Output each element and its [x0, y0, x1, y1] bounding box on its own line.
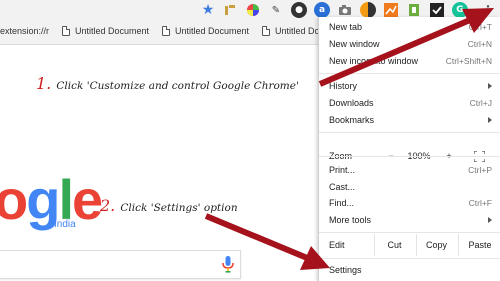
- bookmark-label: extension://r: [0, 26, 50, 36]
- menu-shortcut: Ctrl+N: [467, 39, 492, 49]
- menu-item-history[interactable]: History: [329, 79, 492, 93]
- menu-item-label: New tab: [329, 22, 363, 32]
- chrome-main-menu: New tab Ctrl+T New window Ctrl+N New inc…: [318, 17, 500, 281]
- menu-divider: [319, 156, 500, 157]
- microphone-icon[interactable]: [222, 256, 234, 273]
- menu-shortcut: Ctrl+F: [468, 198, 492, 208]
- menu-item-new-tab[interactable]: New tab Ctrl+T: [329, 20, 492, 34]
- orange-half-icon[interactable]: [360, 2, 376, 18]
- menu-item-settings[interactable]: Settings: [329, 263, 492, 277]
- menu-item-more-tools[interactable]: More tools: [329, 213, 492, 227]
- menu-shortcut: Ctrl+J: [469, 98, 492, 108]
- menu-item-label: New window: [329, 39, 380, 49]
- menu-shortcut: Ctrl+P: [468, 165, 492, 175]
- bookmark-label: Untitled Document: [175, 26, 250, 36]
- logo-letter: o: [0, 168, 28, 231]
- step-number: 2.: [100, 196, 116, 215]
- menu-shortcut: Ctrl+T: [468, 22, 492, 32]
- annotation-step-2: 2. Click 'Settings' option: [100, 196, 238, 215]
- bookmark-label: Untitled Document: [75, 26, 150, 36]
- google-region-label: India: [54, 219, 76, 230]
- menu-item-label: Settings: [329, 265, 362, 275]
- copy-button[interactable]: Copy: [416, 234, 456, 256]
- document-icon: [62, 26, 70, 36]
- menu-item-label: New incognito window: [329, 56, 419, 66]
- grammarly-icon[interactable]: G: [452, 2, 468, 18]
- menu-item-label: Find...: [329, 198, 355, 208]
- menu-item-downloads[interactable]: Downloads Ctrl+J: [329, 96, 492, 110]
- menu-item-label: Print...: [329, 165, 356, 175]
- menu-item-print[interactable]: Print... Ctrl+P: [329, 163, 492, 177]
- search-input[interactable]: [0, 250, 241, 279]
- edit-controls: Edit Cut Copy Paste: [319, 234, 500, 256]
- menu-item-find[interactable]: Find... Ctrl+F: [329, 196, 492, 210]
- submenu-arrow-icon: [488, 217, 492, 223]
- submenu-arrow-icon: [488, 83, 492, 89]
- checkmark-icon[interactable]: [429, 2, 445, 18]
- menu-item-label: Cast...: [329, 182, 356, 192]
- menu-item-cast[interactable]: Cast...: [329, 180, 492, 194]
- bookmark-item[interactable]: Untitled Document: [162, 26, 249, 36]
- menu-item-new-window[interactable]: New window Ctrl+N: [329, 37, 492, 51]
- document-icon: [162, 26, 170, 36]
- pocket-icon[interactable]: [406, 2, 422, 18]
- camera-icon[interactable]: [337, 2, 353, 18]
- menu-divider: [319, 258, 500, 259]
- google-logo: ogle: [0, 168, 103, 231]
- paste-button[interactable]: Paste: [458, 234, 500, 256]
- annotation-step-1: 1. Click 'Customize and control Google C…: [36, 74, 299, 93]
- menu-divider: [319, 73, 500, 74]
- star-icon[interactable]: ★: [200, 2, 216, 18]
- dark-circle-icon[interactable]: ●: [291, 2, 307, 18]
- logo-letter: e: [72, 168, 103, 231]
- submenu-arrow-icon: [488, 117, 492, 123]
- step-text: Click 'Customize and control Google Chro…: [56, 80, 299, 92]
- chrome-menu-icon[interactable]: ⋮: [480, 2, 496, 18]
- edit-label: Edit: [329, 240, 345, 250]
- cut-button[interactable]: Cut: [374, 234, 414, 256]
- menu-item-label: Bookmarks: [329, 115, 375, 125]
- menu-item-bookmarks[interactable]: Bookmarks: [329, 113, 492, 127]
- menu-item-label: Downloads: [329, 98, 374, 108]
- menu-item-label: More tools: [329, 215, 372, 225]
- menu-item-new-incognito[interactable]: New incognito window Ctrl+Shift+N: [329, 54, 492, 68]
- extension-puzzle-icon[interactable]: [222, 2, 238, 18]
- document-icon: [262, 26, 270, 36]
- chart-icon[interactable]: [383, 2, 399, 18]
- color-wheel-icon[interactable]: [245, 2, 261, 18]
- menu-divider: [319, 232, 500, 233]
- blue-badge-icon[interactable]: a: [314, 2, 330, 18]
- eyedropper-icon[interactable]: ✎: [268, 2, 284, 18]
- step-number: 1.: [36, 74, 52, 93]
- menu-shortcut: Ctrl+Shift+N: [445, 56, 492, 66]
- step-text: Click 'Settings' option: [120, 202, 238, 214]
- menu-item-label: History: [329, 81, 358, 91]
- bookmark-item[interactable]: Untitled Document: [62, 26, 149, 36]
- bookmark-item[interactable]: extension://r: [0, 26, 49, 36]
- menu-divider: [319, 132, 500, 133]
